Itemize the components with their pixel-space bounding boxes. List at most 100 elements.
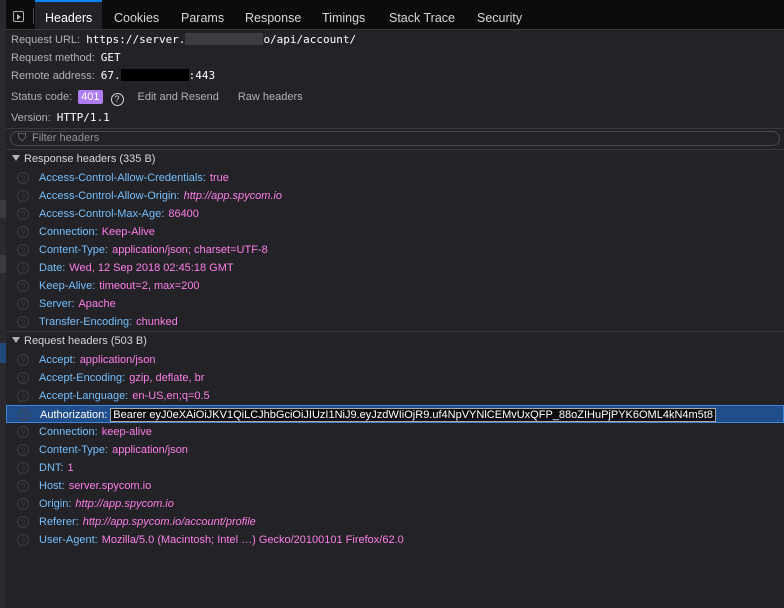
header-row[interactable]: ? Referer: http://app.spycom.io/account/pr… xyxy=(6,513,784,531)
help-icon[interactable]: ? xyxy=(17,390,29,402)
tab-stack-trace[interactable]: Stack Trace xyxy=(389,0,455,29)
header-name: Origin: xyxy=(39,498,72,510)
help-icon[interactable]: ? xyxy=(17,462,29,474)
help-icon[interactable]: ? xyxy=(17,372,29,384)
header-entry: DNT: 1 xyxy=(39,459,74,477)
header-value: timeout=2, max=200 xyxy=(99,280,200,292)
filter-input[interactable] xyxy=(10,131,780,146)
header-value: chunked xyxy=(136,316,178,328)
help-icon[interactable]: ? xyxy=(17,426,29,438)
tab-timings[interactable]: Timings xyxy=(322,0,365,29)
version-value: HTTP/1.1 xyxy=(56,111,110,124)
tab-bar: Headers Cookies Params Response Timings … xyxy=(6,0,784,30)
header-entry: Date: Wed, 12 Sep 2018 02:45:18 GMT xyxy=(39,259,234,277)
help-icon[interactable]: ? xyxy=(17,480,29,492)
tab-headers[interactable]: Headers xyxy=(35,0,103,29)
header-row[interactable]: ? Accept-Language: en-US,en;q=0.5 xyxy=(6,387,784,405)
header-name: Connection: xyxy=(39,426,98,438)
help-icon[interactable]: ? xyxy=(17,244,29,256)
header-entry: Access-Control-Allow-Origin: http://app.s… xyxy=(39,187,282,205)
header-entry: Connection: keep-alive xyxy=(39,423,152,441)
help-icon[interactable]: ? xyxy=(17,208,29,220)
header-name: Keep-Alive: xyxy=(39,280,96,292)
header-row[interactable]: ? User-Agent: Mozilla/5.0 (Macintosh; Inte… xyxy=(6,531,784,549)
header-row[interactable]: ? DNT: 1 xyxy=(6,459,784,477)
header-value: application/json xyxy=(79,354,156,366)
tab-security[interactable]: Security xyxy=(477,0,522,29)
request-url-end: o/api/account/ xyxy=(263,33,357,46)
header-row[interactable]: ? Date: Wed, 12 Sep 2018 02:45:18 GMT xyxy=(6,259,784,277)
request-method-value: GET xyxy=(100,51,121,64)
help-icon[interactable]: ? xyxy=(17,444,29,456)
redacted-region xyxy=(185,33,264,45)
edit-and-resend-button[interactable]: Edit and Resend xyxy=(138,91,219,103)
tab-cookies[interactable]: Cookies xyxy=(114,0,159,29)
header-row[interactable]: ? Accept-Encoding: gzip, deflate, br xyxy=(6,369,784,387)
response-headers-section[interactable]: Response headers (335 B) xyxy=(6,150,784,168)
header-row[interactable]: ? Content-Type: application/json; charset=… xyxy=(6,241,784,259)
header-entry: Host: server.spycom.io xyxy=(39,477,151,495)
request-url-row: Request URL: https://server. o/api/account… xyxy=(11,32,356,48)
header-name: User-Agent: xyxy=(39,534,98,546)
help-icon[interactable]: ? xyxy=(17,298,29,310)
help-icon[interactable]: ? xyxy=(110,93,124,106)
header-name: Accept-Encoding: xyxy=(39,372,126,384)
expanded-caret-icon xyxy=(12,337,20,343)
tab-response[interactable]: Response xyxy=(245,0,301,29)
help-icon[interactable]: ? xyxy=(17,280,29,292)
header-row[interactable]: ? Content-Type: application/json xyxy=(6,441,784,459)
header-entry: Accept: application/json xyxy=(39,351,156,369)
header-value: application/json xyxy=(112,444,188,456)
header-entry: Accept-Language: en-US,en;q=0.5 xyxy=(39,387,210,405)
header-row[interactable]: ? Access-Control-Max-Age: 86400 xyxy=(6,205,784,223)
request-method-row: Request method: GET xyxy=(11,50,121,66)
request-headers-title: Request headers (503 B) xyxy=(24,335,147,347)
header-row[interactable]: ? Transfer-Encoding: chunked xyxy=(6,313,784,331)
header-name: Authorization: xyxy=(40,409,108,421)
header-row[interactable]: ? Access-Control-Allow-Credentials: true xyxy=(6,169,784,187)
raw-headers-toggle[interactable]: Raw headers xyxy=(238,91,303,103)
help-icon[interactable]: ? xyxy=(17,172,29,184)
header-row[interactable]: ? Access-Control-Allow-Origin: http://app.… xyxy=(6,187,784,205)
header-name: Host: xyxy=(39,480,65,492)
header-row[interactable]: ? Connection: Keep-Alive xyxy=(6,223,784,241)
header-value: http://app.spycom.io/account/profile xyxy=(82,516,256,528)
header-row[interactable]: ? Origin: http://app.spycom.io xyxy=(6,495,784,513)
header-row[interactable]: ? Keep-Alive: timeout=2, max=200 xyxy=(6,277,784,295)
response-headers-title: Response headers (335 B) xyxy=(24,153,156,165)
header-entry: User-Agent: Mozilla/5.0 (Macintosh; Intel… xyxy=(39,531,404,549)
header-row[interactable]: ? Accept: application/json xyxy=(6,351,784,369)
help-icon[interactable]: ? xyxy=(17,354,29,366)
version-row: Version: HTTP/1.1 xyxy=(11,110,110,126)
header-name: Connection: xyxy=(39,226,98,238)
header-value: Apache xyxy=(78,298,116,310)
toggle-sidebar-icon[interactable] xyxy=(13,11,24,22)
header-name: Content-Type: xyxy=(39,244,109,256)
header-value: true xyxy=(209,172,229,184)
help-icon[interactable]: ? xyxy=(17,498,29,510)
tab-params[interactable]: Params xyxy=(181,0,224,29)
header-name: Accept-Language: xyxy=(39,390,129,402)
header-value: 1 xyxy=(67,462,74,474)
help-icon[interactable]: ? xyxy=(17,534,29,546)
header-row[interactable]: ? Connection: keep-alive xyxy=(6,423,784,441)
help-icon[interactable]: ? xyxy=(17,190,29,202)
header-row[interactable]: ? Host: server.spycom.io xyxy=(6,477,784,495)
header-value[interactable]: Bearer eyJ0eXAiOiJKV1QiLCJhbGciOiJIUzI1N… xyxy=(110,408,716,422)
header-entry: Content-Type: application/json xyxy=(39,441,188,459)
header-value: gzip, deflate, br xyxy=(129,372,205,384)
header-name: Transfer-Encoding: xyxy=(39,316,133,328)
help-icon[interactable]: ? xyxy=(17,316,29,328)
header-row[interactable]: ? Server: Apache xyxy=(6,295,784,313)
header-entry: Accept-Encoding: gzip, deflate, br xyxy=(39,369,204,387)
remote-address-label: Remote address: xyxy=(11,70,95,82)
header-row[interactable]: ? Authorization: Bearer eyJ0eXAiOiJKV1QiLC… xyxy=(6,405,784,423)
request-headers-section[interactable]: Request headers (503 B) xyxy=(6,331,784,350)
header-name: DNT: xyxy=(39,462,64,474)
help-icon[interactable]: ? xyxy=(17,226,29,238)
filter-icon: ⛉ xyxy=(18,132,27,144)
help-icon[interactable]: ? xyxy=(17,262,29,274)
help-icon[interactable]: ? xyxy=(18,409,30,421)
help-icon[interactable]: ? xyxy=(17,516,29,528)
header-entry: Access-Control-Allow-Credentials: true xyxy=(39,169,229,187)
